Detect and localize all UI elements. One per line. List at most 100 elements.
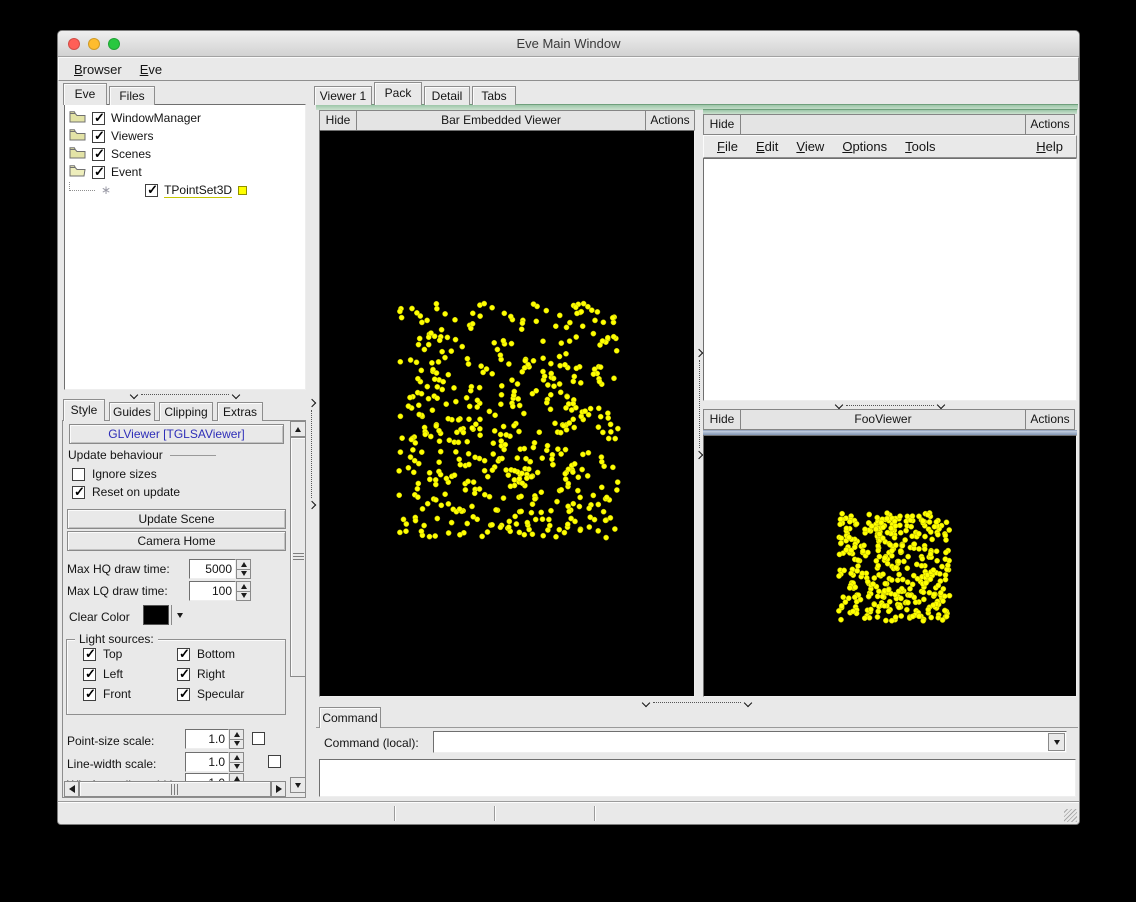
spin-down-button[interactable] <box>236 569 251 580</box>
ignore-sizes-checkbox[interactable] <box>72 468 85 481</box>
horizontal-scrollbar-thumb[interactable] <box>79 781 271 797</box>
tab-guides[interactable]: Guides <box>109 402 155 421</box>
tree-label[interactable]: Viewers <box>111 129 153 143</box>
minimize-button[interactable] <box>88 38 100 50</box>
tree-label[interactable]: Event <box>111 165 142 179</box>
tab-clipping[interactable]: Clipping <box>159 402 213 421</box>
tree-checkbox[interactable] <box>145 184 158 197</box>
resize-grip[interactable] <box>1064 809 1077 822</box>
light-bottom-checkbox[interactable] <box>177 648 190 661</box>
tab-extras[interactable]: Extras <box>217 402 263 421</box>
spin-down-button[interactable] <box>229 762 244 773</box>
ignore-sizes-option[interactable]: Ignore sizes <box>72 467 157 481</box>
gl-viewport[interactable] <box>319 130 695 697</box>
light-top-option[interactable]: Top <box>83 647 122 661</box>
menu-options[interactable]: Options <box>833 137 896 156</box>
actions-button[interactable]: Actions <box>1025 409 1075 430</box>
camera-home-button[interactable]: Camera Home <box>67 531 286 551</box>
tree-checkbox[interactable] <box>92 148 105 161</box>
max-lq-value[interactable]: 100 <box>189 581 236 601</box>
command-output[interactable] <box>319 759 1076 797</box>
light-front-checkbox[interactable] <box>83 688 96 701</box>
menu-view[interactable]: View <box>787 137 833 156</box>
light-top-checkbox[interactable] <box>83 648 96 661</box>
light-bottom-option[interactable]: Bottom <box>177 647 235 661</box>
scrollbar-left-button[interactable] <box>64 781 79 797</box>
point-size-checkbox[interactable] <box>252 732 265 745</box>
tree-checkbox[interactable] <box>92 166 105 179</box>
tab-pack[interactable]: Pack <box>374 82 422 105</box>
menu-help[interactable]: Help <box>1027 137 1072 156</box>
scrollbar-right-button[interactable] <box>271 781 286 797</box>
glviewer-button[interactable]: GLViewer [TGLSAViewer] <box>69 424 284 444</box>
menu-edit[interactable]: Edit <box>747 137 787 156</box>
tree-item-windowmanager[interactable]: WindowManager <box>69 109 201 127</box>
close-button[interactable] <box>68 38 80 50</box>
pointset-color-swatch[interactable] <box>238 186 247 195</box>
folder-icon <box>69 146 86 162</box>
max-hq-value[interactable]: 5000 <box>189 559 236 579</box>
clear-color-dropdown[interactable] <box>171 605 187 625</box>
light-right-option[interactable]: Right <box>177 667 225 681</box>
line-width-checkbox[interactable] <box>268 755 281 768</box>
right-column-splitter[interactable] <box>703 401 1077 409</box>
tree-checkbox[interactable] <box>92 130 105 143</box>
light-front-option[interactable]: Front <box>83 687 131 701</box>
hide-button[interactable]: Hide <box>703 114 741 135</box>
menu-eve[interactable]: Eve <box>131 60 171 79</box>
foo-viewport[interactable] <box>703 435 1077 697</box>
command-splitter[interactable] <box>316 698 1078 707</box>
zoom-button[interactable] <box>108 38 120 50</box>
actions-button[interactable]: Actions <box>1025 114 1075 135</box>
titlebar[interactable]: Eve Main Window <box>58 31 1079 57</box>
tab-tabs[interactable]: Tabs <box>472 86 516 105</box>
tab-detail[interactable]: Detail <box>424 86 470 105</box>
tree-item-event[interactable]: Event <box>69 163 142 181</box>
light-left-checkbox[interactable] <box>83 668 96 681</box>
light-left-option[interactable]: Left <box>83 667 123 681</box>
tree-item-viewers[interactable]: Viewers <box>69 127 153 145</box>
hide-button[interactable]: Hide <box>703 409 741 430</box>
line-width-value[interactable]: 1.0 <box>185 752 229 772</box>
command-input[interactable] <box>436 733 1046 751</box>
embedded-viewer-canvas[interactable] <box>703 158 1077 401</box>
tab-command[interactable]: Command <box>319 707 381 728</box>
tree-item-scenes[interactable]: Scenes <box>69 145 151 163</box>
main-vertical-splitter[interactable] <box>307 110 316 798</box>
horizontal-scrollbar[interactable] <box>64 781 286 797</box>
light-specular-option[interactable]: Specular <box>177 687 244 701</box>
update-scene-button[interactable]: Update Scene <box>67 509 286 529</box>
tree-label[interactable]: WindowManager <box>111 111 201 125</box>
spin-down-button[interactable] <box>236 591 251 602</box>
tab-eve[interactable]: Eve <box>63 83 107 105</box>
tree-item-tpointset3d[interactable]: ∗ TPointSet3D <box>69 181 247 199</box>
command-combobox[interactable] <box>433 731 1067 753</box>
tree-label[interactable]: TPointSet3D <box>164 183 232 198</box>
menu-browser[interactable]: Browser <box>65 60 131 79</box>
scrollbar-down-button[interactable] <box>290 777 306 793</box>
menu-file[interactable]: File <box>708 137 747 156</box>
tab-files[interactable]: Files <box>109 86 155 105</box>
scrollbar-up-button[interactable] <box>290 421 306 437</box>
point-size-value[interactable]: 1.0 <box>185 729 229 749</box>
clear-color-swatch[interactable] <box>143 605 169 625</box>
spin-down-button[interactable] <box>229 739 244 750</box>
down-arrow-icon <box>241 593 247 598</box>
splitter-chevron-down-icon <box>232 390 240 398</box>
tree-checkbox[interactable] <box>92 112 105 125</box>
hide-button[interactable]: Hide <box>319 110 357 131</box>
vertical-scrollbar-thumb[interactable] <box>290 437 306 677</box>
left-horizontal-splitter[interactable] <box>64 390 306 399</box>
viewer-vertical-splitter[interactable] <box>695 110 703 697</box>
actions-button[interactable]: Actions <box>645 110 695 131</box>
reset-on-update-option[interactable]: Reset on update <box>72 485 180 499</box>
light-right-checkbox[interactable] <box>177 668 190 681</box>
tree-label[interactable]: Scenes <box>111 147 151 161</box>
menu-tools[interactable]: Tools <box>896 137 944 156</box>
tab-viewer-1[interactable]: Viewer 1 <box>314 86 372 105</box>
viewer-title: FooViewer <box>740 409 1026 430</box>
light-specular-checkbox[interactable] <box>177 688 190 701</box>
command-dropdown-button[interactable] <box>1048 733 1065 751</box>
tab-style[interactable]: Style <box>63 399 105 421</box>
reset-on-update-checkbox[interactable] <box>72 486 85 499</box>
